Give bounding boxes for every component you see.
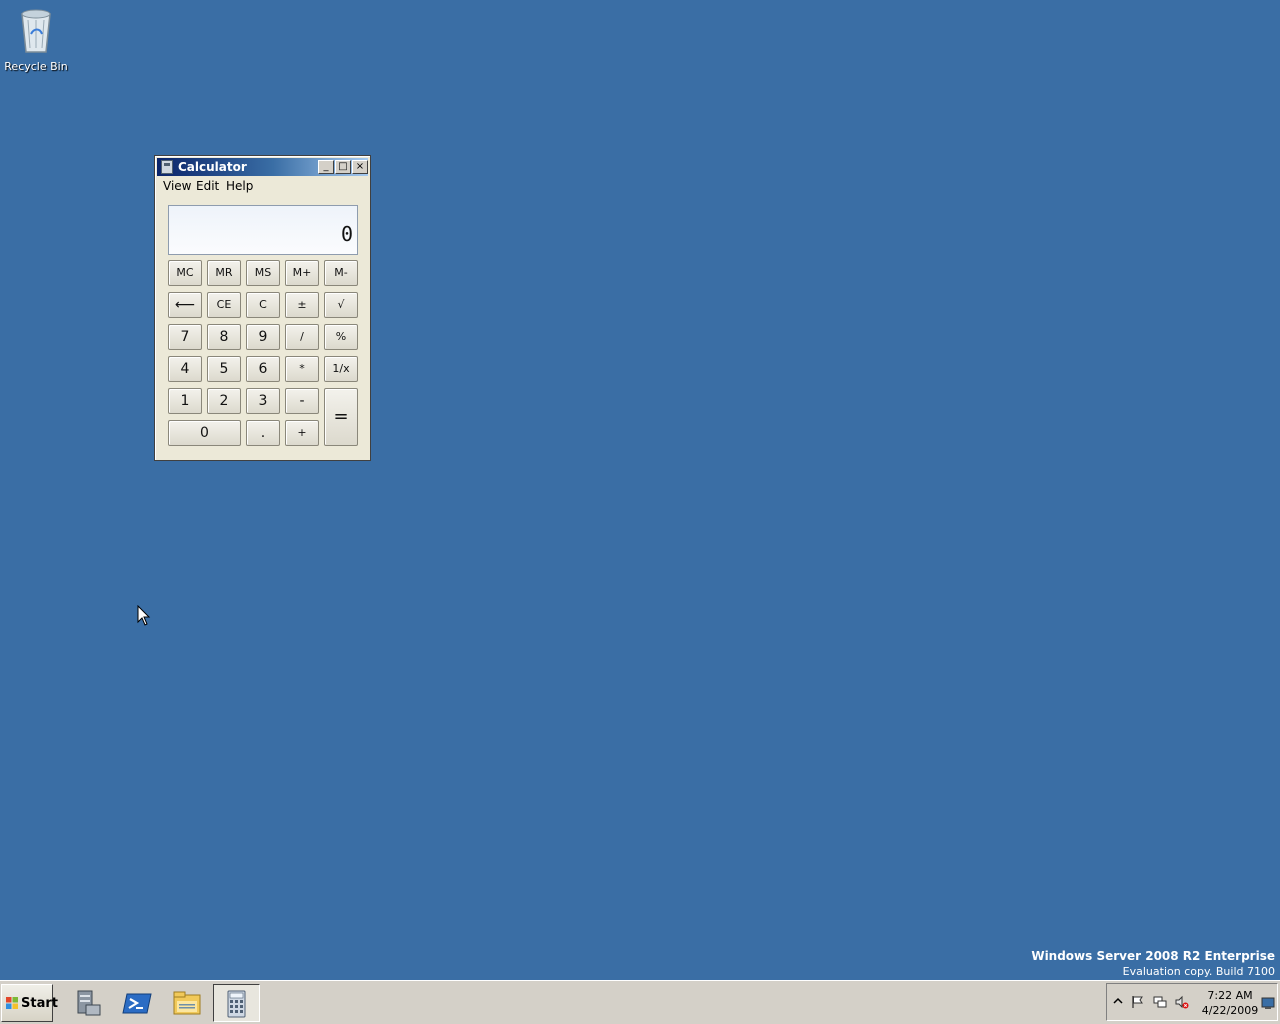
menu-edit[interactable]: Edit (196, 179, 219, 193)
powershell-icon (122, 993, 152, 1014)
minimize-button[interactable]: _ (318, 160, 334, 174)
recycle-bin-icon (16, 6, 56, 54)
digit-1-button[interactable]: 1 (168, 388, 202, 414)
calculator-window: Calculator _ □ × View Edit Help 0 MC MR … (154, 155, 371, 461)
menu-view[interactable]: View (163, 179, 191, 193)
taskbar: Start 7:22 AM 4/22/2009 (0, 980, 1280, 1024)
digit-8-button[interactable]: 8 (207, 324, 241, 350)
digit-3-button[interactable]: 3 (246, 388, 280, 414)
title-bar[interactable]: Calculator _ □ × (157, 158, 368, 176)
start-label: Start (21, 996, 58, 1011)
digit-5-button[interactable]: 5 (207, 356, 241, 382)
menu-help[interactable]: Help (226, 179, 253, 193)
ms-button[interactable]: MS (246, 260, 280, 286)
taskbar-powershell[interactable] (115, 984, 159, 1022)
show-desktop-icon[interactable] (1261, 996, 1275, 1010)
network-icon[interactable] (1153, 995, 1167, 1009)
show-hidden-icon[interactable] (1111, 995, 1125, 1009)
square-root-button[interactable]: √ (324, 292, 358, 318)
recycle-bin-label: Recycle Bin (4, 60, 68, 73)
digit-4-button[interactable]: 4 (168, 356, 202, 382)
display-value: 0 (340, 222, 353, 246)
digit-7-button[interactable]: 7 (168, 324, 202, 350)
m-minus-button[interactable]: M- (324, 260, 358, 286)
system-tray: 7:22 AM 4/22/2009 (1106, 983, 1278, 1021)
os-watermark: Windows Server 2008 R2 Enterprise Evalua… (1031, 949, 1275, 978)
calculator-display: 0 (168, 205, 358, 255)
m-plus-button[interactable]: M+ (285, 260, 319, 286)
mr-button[interactable]: MR (207, 260, 241, 286)
recycle-bin[interactable]: Recycle Bin (4, 6, 68, 73)
mc-button[interactable]: MC (168, 260, 202, 286)
calculator-icon (227, 990, 246, 1018)
taskbar-calculator[interactable] (213, 984, 260, 1022)
minus-button[interactable]: - (285, 388, 319, 414)
windows-flag-icon (6, 997, 18, 1009)
taskbar-explorer[interactable] (165, 984, 209, 1022)
digit-6-button[interactable]: 6 (246, 356, 280, 382)
plus-button[interactable]: + (285, 420, 319, 446)
reciprocal-button[interactable]: 1/x (324, 356, 358, 382)
calculator-app-icon (161, 160, 173, 174)
divide-button[interactable]: / (285, 324, 319, 350)
percent-button[interactable]: % (324, 324, 358, 350)
volume-muted-icon[interactable] (1175, 995, 1189, 1009)
start-button[interactable]: Start (1, 984, 58, 1022)
action-center-flag-icon[interactable] (1131, 995, 1145, 1009)
digit-0-button[interactable]: 0 (168, 420, 241, 446)
explorer-icon (173, 991, 201, 1015)
clock-time: 7:22 AM (1207, 989, 1253, 1002)
taskbar-server-manager[interactable] (66, 984, 110, 1022)
window-title: Calculator (178, 160, 247, 174)
maximize-button[interactable]: □ (335, 160, 351, 174)
menu-bar: View Edit Help (157, 177, 368, 195)
server-manager-icon (77, 990, 101, 1016)
mouse-cursor-icon (137, 605, 151, 626)
clear-button[interactable]: C (246, 292, 280, 318)
clock[interactable]: 7:22 AM 4/22/2009 (1195, 988, 1265, 1018)
backspace-button[interactable]: ⟵ (168, 292, 202, 318)
clock-date: 4/22/2009 (1201, 1004, 1259, 1017)
close-button[interactable]: × (352, 160, 368, 174)
watermark-build: Evaluation copy. Build 7100 (1122, 965, 1275, 978)
watermark-edition: Windows Server 2008 R2 Enterprise (1031, 949, 1275, 963)
digit-9-button[interactable]: 9 (246, 324, 280, 350)
decimal-button[interactable]: . (246, 420, 280, 446)
ce-button[interactable]: CE (207, 292, 241, 318)
multiply-button[interactable]: * (285, 356, 319, 382)
equals-button[interactable]: = (324, 388, 358, 446)
plus-minus-button[interactable]: ± (285, 292, 319, 318)
digit-2-button[interactable]: 2 (207, 388, 241, 414)
